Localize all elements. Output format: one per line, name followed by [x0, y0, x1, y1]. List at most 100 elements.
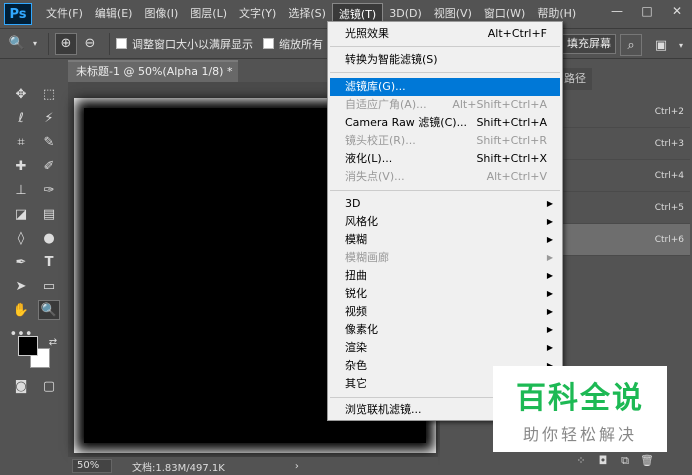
zoom-tool-icon[interactable]: 🔍 [6, 33, 28, 55]
menu-item-label: 风格化 [345, 215, 378, 228]
menu-item-label: Camera Raw 滤镜(C)... [345, 116, 468, 129]
gradient-tool-icon[interactable]: ▤ [38, 204, 60, 224]
channel-shortcut: Ctrl+3 [654, 139, 684, 149]
trash-icon[interactable]: 🗑 [636, 454, 658, 472]
chevron-down-icon[interactable]: ▾ [670, 34, 692, 56]
pen-tool-icon[interactable]: ✒ [10, 252, 32, 272]
menu-item-filter-gallery[interactable]: 滤镜库(G)... [330, 78, 560, 96]
menu-file[interactable]: 文件(F) [40, 3, 89, 25]
document-tab[interactable]: 未标题-1 @ 50%(Alpha 1/8) * [68, 60, 238, 82]
menu-item-blur[interactable]: 模糊 ▶ [330, 231, 560, 249]
menu-item-pixelate[interactable]: 像素化 ▶ [330, 321, 560, 339]
zoom-tool-icon[interactable]: 🔍 [38, 300, 60, 320]
fill-screen-button[interactable]: 填充屏幕 [562, 34, 616, 54]
menu-divider [330, 46, 560, 47]
chevron-down-icon[interactable]: ▾ [30, 33, 40, 55]
channel-row[interactable]: Ctrl+3 [560, 128, 690, 160]
menu-item-label: 渲染 [345, 341, 367, 354]
brush-tool-icon[interactable]: ✐ [38, 156, 60, 176]
menu-item-stylize[interactable]: 风格化 ▶ [330, 213, 560, 231]
magic-wand-icon[interactable]: ⚡ [38, 108, 60, 128]
submenu-arrow-icon: ▶ [546, 235, 553, 244]
menu-type[interactable]: 文字(Y) [233, 3, 282, 25]
menu-item-convert-smart[interactable]: 转换为智能滤镜(S) [330, 51, 560, 69]
history-brush-icon[interactable]: ✑ [38, 180, 60, 200]
channel-row[interactable]: Ctrl+4 [560, 160, 690, 192]
eraser-tool-icon[interactable]: ◪ [10, 204, 32, 224]
rectangle-tool-icon[interactable]: ▭ [38, 276, 60, 296]
search-icon[interactable]: ⌕ [620, 34, 642, 56]
workspace-icon[interactable]: ▣ [650, 34, 672, 56]
menu-image[interactable]: 图像(I) [138, 3, 184, 25]
quick-mask-icon[interactable]: ◙ [10, 376, 32, 396]
eyedropper-icon[interactable]: ✎ [38, 132, 60, 152]
swap-colors-icon[interactable]: ⇄ [42, 332, 64, 352]
channel-row[interactable]: Ctrl+2 [560, 96, 690, 128]
zoom-all-label: 缩放所有 [279, 37, 323, 51]
menu-divider [330, 72, 560, 73]
move-tool-icon[interactable]: ✥ [10, 84, 32, 104]
menu-item-distort[interactable]: 扭曲 ▶ [330, 267, 560, 285]
menu-item-label: 模糊 [345, 233, 367, 246]
watermark-logo: 百科全说 助你轻松解决 [493, 366, 667, 452]
marquee-tool-icon[interactable]: ⬚ [38, 84, 60, 104]
watermark-subtitle: 助你轻松解决 [522, 425, 637, 444]
path-select-icon[interactable]: ➤ [10, 276, 32, 296]
chevron-right-icon[interactable]: › [295, 461, 299, 472]
minimize-button[interactable]: — [602, 0, 632, 22]
submenu-arrow-icon: ▶ [546, 289, 553, 298]
status-bar: 50% 文档:1.83M/497.1K › [68, 457, 438, 475]
menu-item-last-filter[interactable]: 光照效果 Alt+Ctrl+F [330, 25, 560, 43]
tab-paths[interactable]: 路径 [558, 68, 592, 90]
menu-item-lens-correction: 镜头校正(R)... Shift+Ctrl+R [330, 132, 560, 150]
submenu-arrow-icon: ▶ [546, 343, 553, 352]
zoom-in-icon[interactable]: ⊕ [55, 32, 77, 55]
submenu-arrow-icon: ▶ [546, 253, 553, 262]
menu-item-shortcut: Shift+Ctrl+X [476, 152, 547, 165]
resize-windows-checkbox[interactable] [116, 38, 127, 49]
stamp-tool-icon[interactable]: ⊥ [10, 180, 32, 200]
menu-layer[interactable]: 图层(L) [184, 3, 233, 25]
crop-tool-icon[interactable]: ⌗ [10, 132, 32, 152]
panel-bottom-icons: ⁘ ◘ ⧉ 🗑 [570, 454, 658, 472]
dotted-circle-icon[interactable]: ⁘ [570, 454, 592, 472]
zoom-out-icon[interactable]: ⊖ [79, 33, 101, 55]
menu-item-camera-raw[interactable]: Camera Raw 滤镜(C)... Shift+Ctrl+A [330, 114, 560, 132]
screen-mode-icon[interactable]: ▢ [38, 376, 60, 396]
submenu-arrow-icon: ▶ [546, 307, 553, 316]
menu-item-liquify[interactable]: 液化(L)... Shift+Ctrl+X [330, 150, 560, 168]
filter-menu: 光照效果 Alt+Ctrl+F 转换为智能滤镜(S) 滤镜库(G)... 自适应广… [327, 21, 563, 421]
window-controls: — □ ✕ [602, 0, 692, 22]
channel-row[interactable]: Ctrl+5 [560, 192, 690, 224]
close-button[interactable]: ✕ [662, 0, 692, 22]
dodge-tool-icon[interactable]: ● [38, 228, 60, 248]
menu-item-shortcut: Shift+Ctrl+A [476, 116, 547, 129]
menu-item-label: 杂色 [345, 359, 367, 372]
mask-icon[interactable]: ◘ [592, 454, 614, 472]
watermark-title: 百科全说 [516, 381, 644, 416]
submenu-arrow-icon: ▶ [546, 271, 553, 280]
menu-item-3d[interactable]: 3D ▶ [330, 195, 560, 213]
menu-edit[interactable]: 编辑(E) [89, 3, 139, 25]
menu-select[interactable]: 选择(S) [282, 3, 332, 25]
zoom-level-field[interactable]: 50% [72, 459, 112, 473]
type-tool-icon[interactable]: T [38, 252, 60, 272]
channel-shortcut: Ctrl+5 [654, 203, 684, 213]
menu-item-label: 光照效果 [345, 27, 389, 40]
menu-item-render[interactable]: 渲染 ▶ [330, 339, 560, 357]
maximize-button[interactable]: □ [632, 0, 662, 22]
foreground-color-swatch[interactable] [18, 336, 38, 356]
resize-windows-label: 调整窗口大小以满屏显示 [132, 37, 253, 51]
menu-item-label: 镜头校正(R)... [345, 134, 416, 147]
menu-item-video[interactable]: 视频 ▶ [330, 303, 560, 321]
blur-tool-icon[interactable]: ◊ [10, 228, 32, 248]
menu-item-sharpen[interactable]: 锐化 ▶ [330, 285, 560, 303]
lasso-tool-icon[interactable]: ℓ [10, 108, 32, 128]
menu-item-blur-gallery: 模糊画廊 ▶ [330, 249, 560, 267]
channel-row[interactable]: Ctrl+6 [560, 224, 690, 256]
zoom-all-checkbox[interactable] [263, 38, 274, 49]
menu-item-vanishing-point: 消失点(V)... Alt+Ctrl+V [330, 168, 560, 186]
healing-brush-icon[interactable]: ✚ [10, 156, 32, 176]
hand-tool-icon[interactable]: ✋ [10, 300, 32, 320]
new-channel-icon[interactable]: ⧉ [614, 454, 636, 472]
